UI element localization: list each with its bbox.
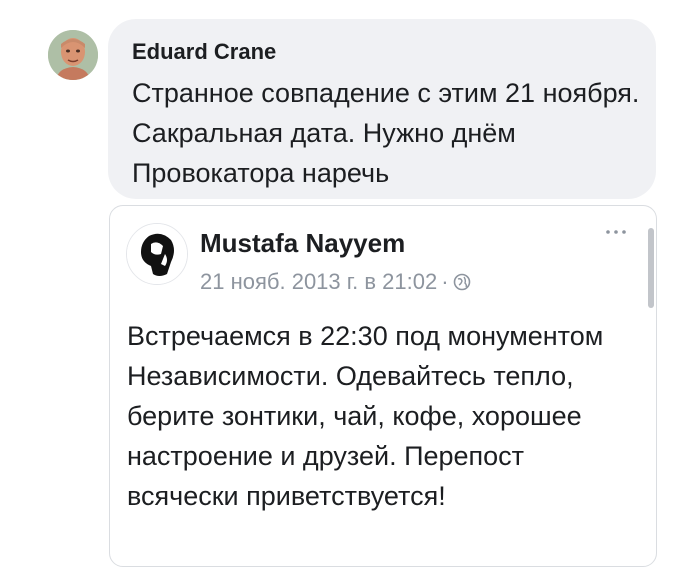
comment-text: Странное совпадение с этим 21 ноября. Са… (132, 78, 640, 188)
post-meta: 21 нояб. 2013 г. в 21:02 · (200, 269, 471, 297)
comment-bubble: Eduard Crane Странное совпадение с этим … (108, 19, 656, 199)
post-timestamp[interactable]: 21 нояб. 2013 г. в 21:02 (200, 269, 437, 294)
shared-post-card[interactable]: Mustafa Nayyem 21 нояб. 2013 г. в 21:02 ·… (109, 205, 657, 567)
commenter-avatar[interactable] (48, 30, 98, 80)
comment-author-name[interactable]: Eduard Crane (132, 39, 276, 65)
post-author-avatar[interactable] (126, 223, 188, 285)
post-text: Встречаемся в 22:30 под монументом Незав… (127, 321, 604, 511)
globe-icon (453, 271, 471, 297)
more-horizontal-icon (606, 230, 626, 234)
meta-separator: · (441, 269, 449, 294)
card-scrollbar[interactable] (648, 228, 654, 308)
post-author-name[interactable]: Mustafa Nayyem (200, 228, 405, 259)
more-options-button[interactable] (600, 222, 632, 242)
